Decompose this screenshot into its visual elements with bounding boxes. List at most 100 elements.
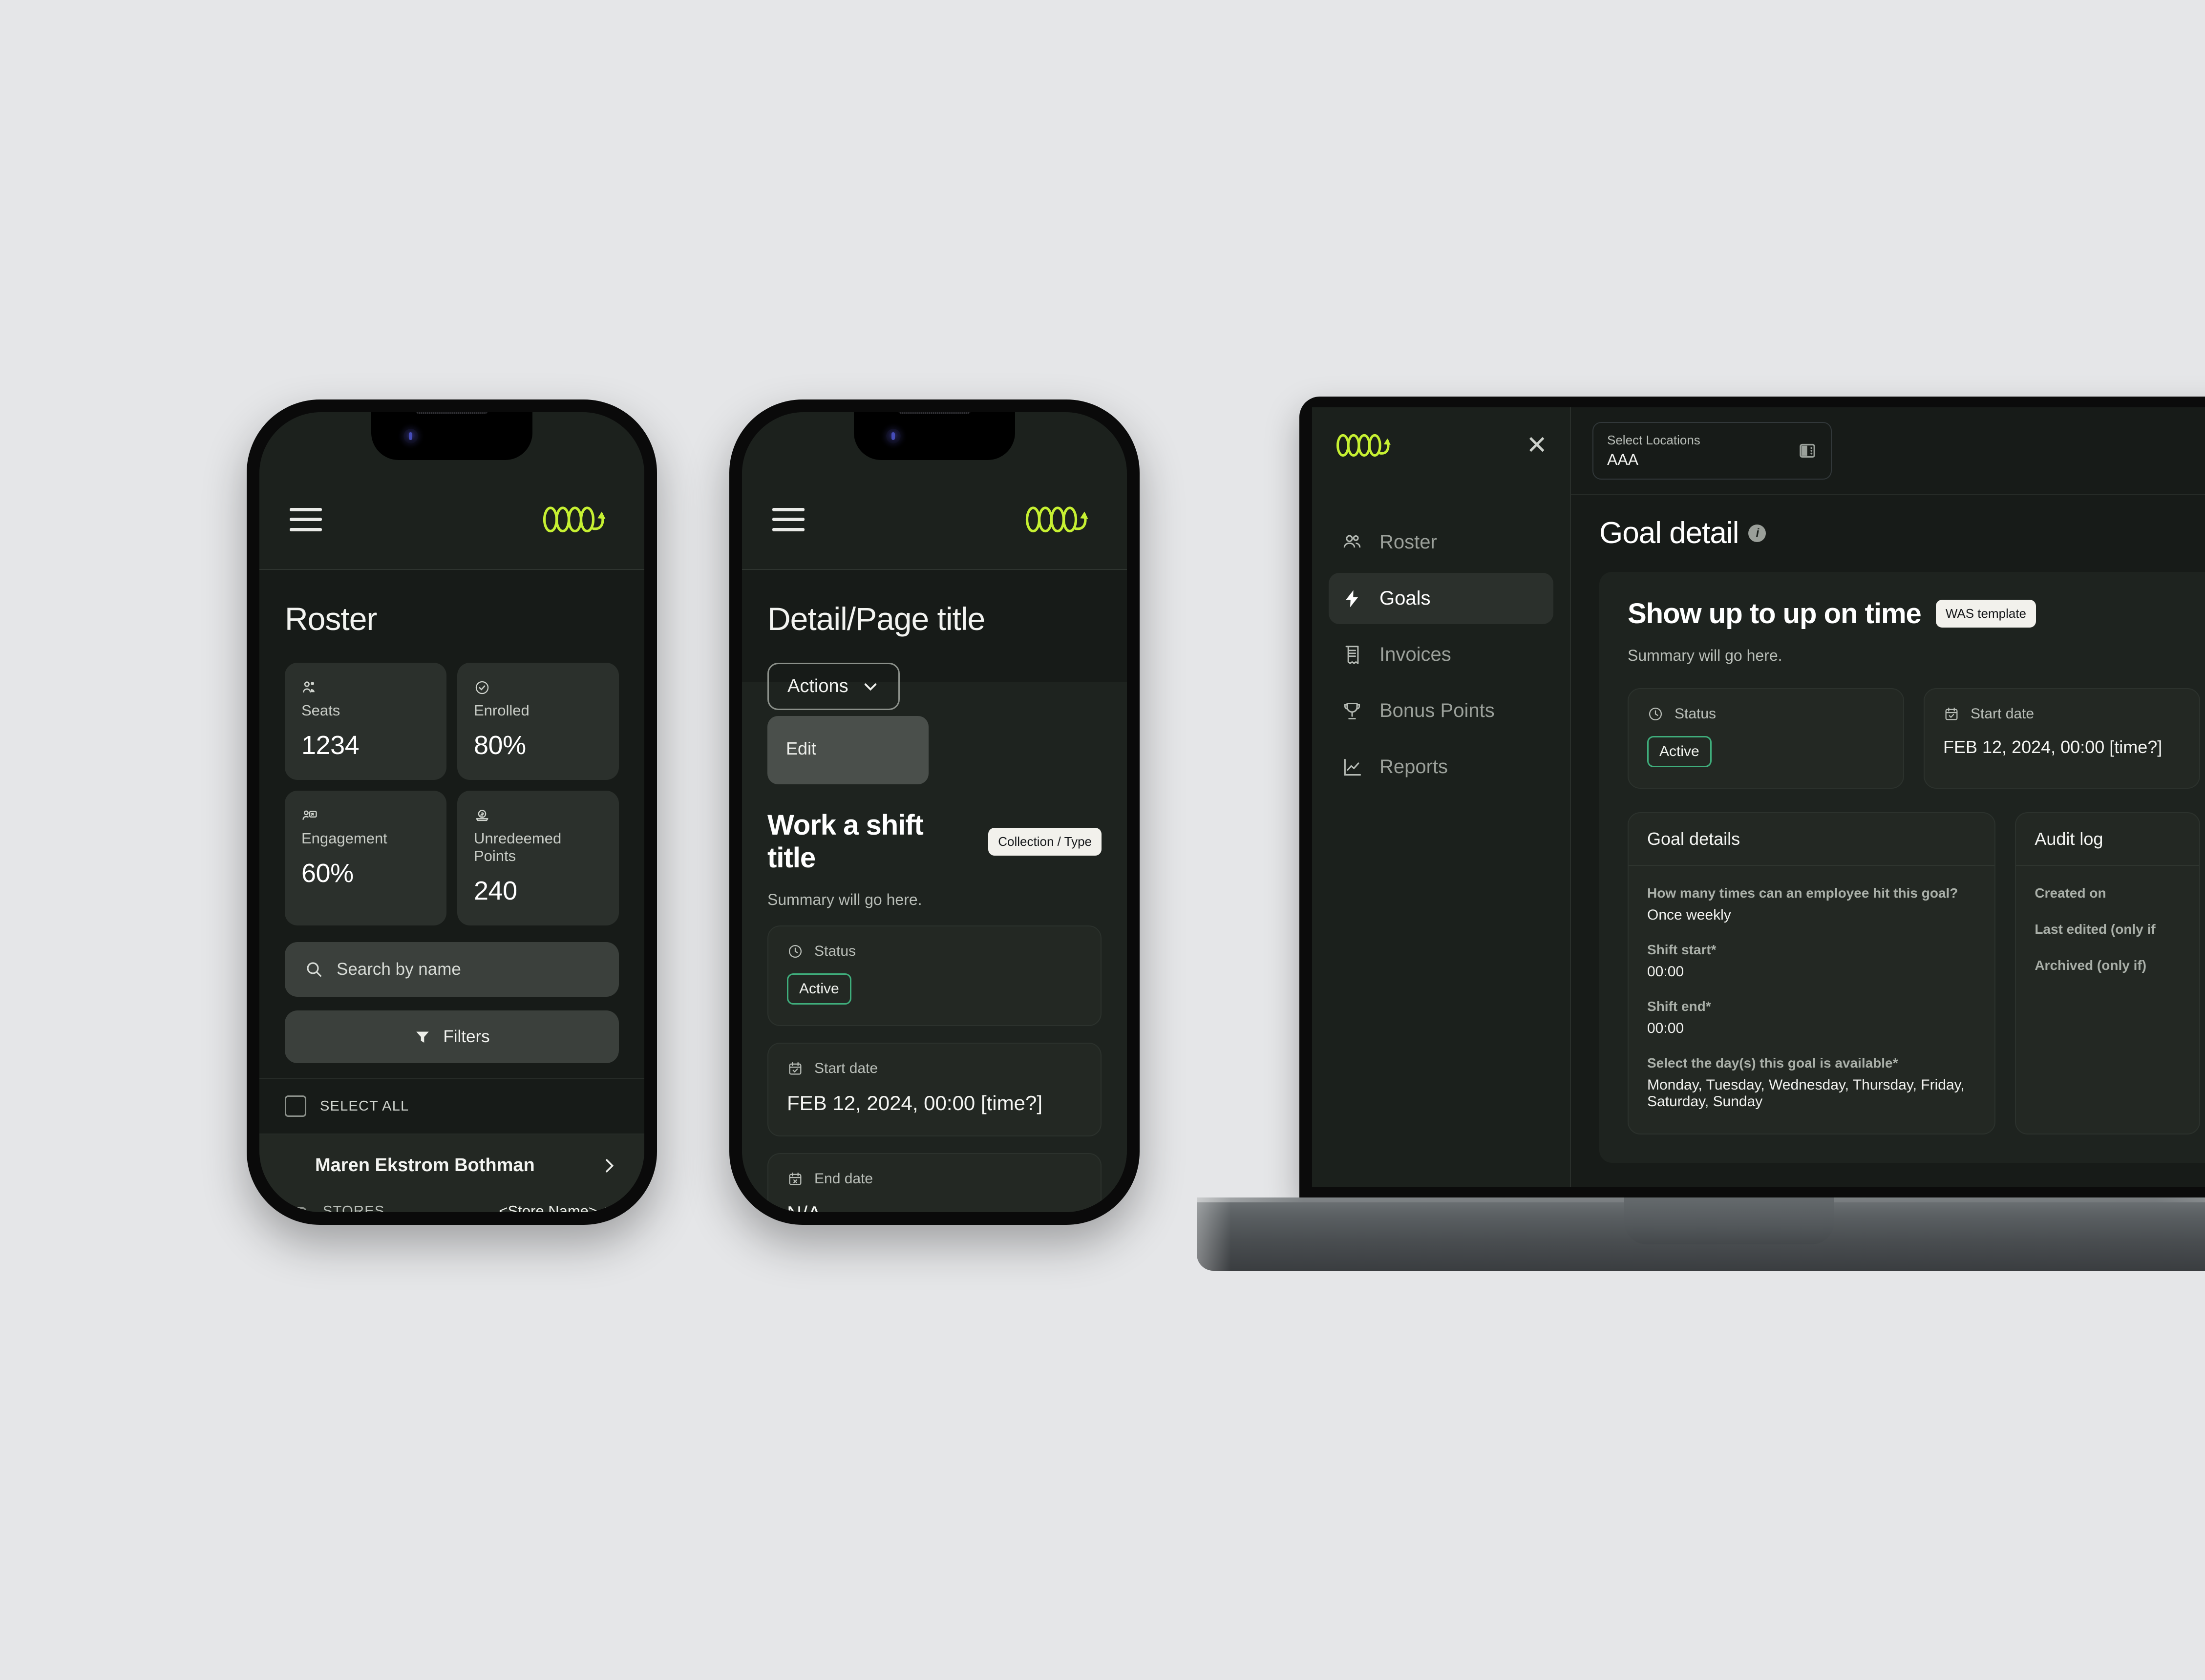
check-circle-icon <box>475 681 489 694</box>
select-all-row[interactable]: SELECT ALL <box>259 1078 644 1134</box>
audit-created-on: Created on <box>2035 885 2106 901</box>
menu-icon[interactable] <box>772 507 805 531</box>
select-all-label: SELECT ALL <box>320 1098 409 1114</box>
sidebar-item-label: Reports <box>1379 756 1448 777</box>
brand-logo <box>1336 434 1391 457</box>
panel-title: Goal details <box>1629 813 1995 866</box>
close-icon[interactable]: ✕ <box>1526 433 1548 458</box>
meta-key: STORES <box>323 1203 385 1213</box>
brand-logo <box>543 506 606 532</box>
calendar-check-icon <box>1945 707 1958 720</box>
sidebar-item-roster[interactable]: Roster <box>1329 517 1553 568</box>
engagement-icon <box>302 810 317 820</box>
panel-body: Created on Last edited (only if Archived… <box>2016 866 2199 997</box>
sidebar-item-invoices[interactable]: Invoices <box>1329 629 1553 680</box>
menu-icon[interactable] <box>290 507 322 531</box>
workspace-page: Goal detail i Show up to up on time WAS … <box>1571 495 2205 1187</box>
actions-button[interactable]: Actions <box>767 663 900 710</box>
select-all-checkbox[interactable] <box>285 1095 306 1117</box>
status-badge: Active <box>787 973 851 1005</box>
info-icon[interactable]: i <box>1748 524 1766 542</box>
sidebar-item-label: Bonus Points <box>1379 700 1495 721</box>
menu-item-edit[interactable]: Edit <box>767 738 929 759</box>
panel-title: Audit log <box>2016 813 2199 866</box>
field-label: Shift start* <box>1647 942 1717 957</box>
stat-card-engagement[interactable]: Engagement 60% <box>285 791 446 925</box>
goal-summary: Summary will go here. <box>1628 647 1782 664</box>
audit-last-edited: Last edited (only if <box>2035 922 2156 937</box>
search-placeholder: Search by name <box>337 960 461 979</box>
field-head: Start date <box>1943 706 2181 722</box>
canvas: Roster Seats 1234 Enrolled 80% Engagemen… <box>0 0 2205 1680</box>
meta-value: <Store Name> +3 <box>499 1202 619 1212</box>
sidebar-item-label: Invoices <box>1379 644 1451 665</box>
field-label: How many times can an employee hit this … <box>1647 885 1958 901</box>
field-head: Status <box>1647 706 1885 722</box>
phone-notch <box>854 412 1015 460</box>
brand-logo <box>1025 506 1088 532</box>
sidebar-item-reports[interactable]: Reports <box>1329 741 1553 793</box>
stat-value: 1234 <box>301 731 360 760</box>
field-value: Once weekly <box>1647 907 1731 923</box>
mobile-appbar <box>259 470 644 570</box>
sidebar-item-goals[interactable]: Goals <box>1329 573 1553 624</box>
field-label: Status <box>1675 706 1717 722</box>
location-value: AAA <box>1607 451 1639 468</box>
sidebar-item-bonus-points[interactable]: Bonus Points <box>1329 685 1553 736</box>
sidebar: ✕ Roster Goals Invoices Bonus Points Rep… <box>1312 407 1571 1187</box>
filter-icon <box>416 1031 429 1043</box>
row-checkbox[interactable] <box>285 1207 306 1212</box>
field-value: FEB 12, 2024, 00:00 [time?] <box>1943 737 2163 757</box>
phone-notch <box>371 412 532 460</box>
roster-screen-body: Roster Seats 1234 Enrolled 80% Engagemen… <box>259 600 644 1212</box>
actions-menu[interactable]: Edit <box>767 716 929 784</box>
page-title-row: Goal detail i <box>1599 516 2205 550</box>
speaker-grille <box>898 412 971 414</box>
workspace-main: Select Locations AAA Goal detail i Show … <box>1571 407 2205 1187</box>
field-head: End date <box>787 1171 1082 1187</box>
field-value: FEB 12, 2024, 00:00 [time?] <box>787 1092 1042 1114</box>
search-icon <box>307 962 321 977</box>
field-card-start-date: Start date FEB 12, 2024, 00:00 [time?] <box>767 1043 1102 1136</box>
filters-button[interactable]: Filters <box>285 1010 619 1063</box>
back-button[interactable]: Back <box>1599 1185 2205 1187</box>
phone-roster-screen: Roster Seats 1234 Enrolled 80% Engagemen… <box>259 412 644 1212</box>
phone-detail-screen: Detail/Page title Actions Edit Work a sh… <box>742 412 1127 1212</box>
filters-label: Filters <box>443 1027 490 1046</box>
page-title: Goal detail <box>1599 516 1739 550</box>
sidebar-header: ✕ <box>1329 433 1553 458</box>
field-card-end-date: End date N/A <box>767 1153 1102 1212</box>
field-available-days: Select the day(s) this goal is available… <box>1647 1055 1976 1110</box>
chevron-right-icon[interactable] <box>599 1156 619 1176</box>
field-label: Start date <box>1971 706 2035 722</box>
meta-stores: STORES <Store Name> +3 <box>323 1195 619 1212</box>
users-icon <box>302 681 315 693</box>
field-head: Start date <box>787 1060 1082 1077</box>
stat-card-seats[interactable]: Seats 1234 <box>285 663 446 780</box>
location-select[interactable]: Select Locations AAA <box>1592 422 1832 480</box>
arrow-left-icon <box>1599 1186 1618 1187</box>
sidebar-item-label: Goals <box>1379 588 1431 609</box>
receipt-icon <box>1341 644 1363 666</box>
field-label: Status <box>814 943 856 959</box>
stat-label: Engagement <box>301 830 387 847</box>
audit-archived: Archived (only if) <box>2035 958 2147 973</box>
field-head: Status <box>787 943 1082 960</box>
clock-icon <box>788 945 802 958</box>
was-template-chip: WAS template <box>1935 600 2036 628</box>
calendar-x-icon <box>789 1172 802 1185</box>
stat-label: Unredeemed Points <box>474 830 562 864</box>
search-input[interactable]: Search by name <box>285 942 619 997</box>
record-title: Work a shift title <box>767 809 924 874</box>
stat-card-unredeemed-points[interactable]: Unredeemed Points 240 <box>457 791 619 925</box>
roster-row-meta: STORES <Store Name> +3 POSITION <box>285 1195 619 1212</box>
table-row[interactable]: Maren Ekstrom Bothman STORES <Store Name… <box>259 1134 644 1212</box>
laptop-lid: ✕ Roster Goals Invoices Bonus Points Rep… <box>1299 397 2205 1197</box>
back-label: Back <box>1628 1185 1665 1187</box>
panel-body: How many times can an employee hit this … <box>1629 866 1994 1134</box>
field-card-status: Status Active <box>767 925 1102 1026</box>
stat-card-enrolled[interactable]: Enrolled 80% <box>457 663 619 780</box>
front-camera <box>886 429 901 443</box>
collection-type-chip: Collection / Type <box>988 827 1102 856</box>
page-title: Detail/Page title <box>767 601 985 637</box>
